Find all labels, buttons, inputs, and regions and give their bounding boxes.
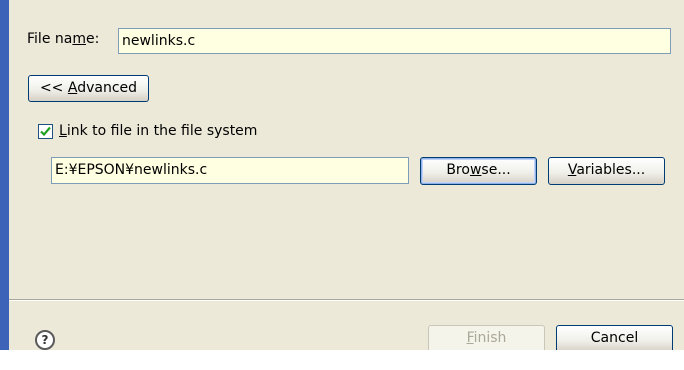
- link-path-value: E:¥EPSON¥newlinks.c: [55, 162, 208, 178]
- link-path-input[interactable]: E:¥EPSON¥newlinks.c: [51, 157, 409, 184]
- browse-button[interactable]: Browse...: [420, 157, 537, 185]
- file-name-input[interactable]: newlinks.c: [118, 28, 671, 54]
- help-icon[interactable]: ?: [35, 330, 55, 350]
- finish-button[interactable]: Finish: [428, 325, 545, 353]
- advanced-button[interactable]: << Advanced: [28, 75, 149, 102]
- bottom-strip: [0, 350, 684, 370]
- left-accent-bar: [0, 0, 9, 370]
- checkmark-icon: [40, 126, 51, 137]
- link-file-label[interactable]: Link to file in the file system: [59, 123, 257, 139]
- file-name-label: File name:: [27, 31, 100, 47]
- variables-button[interactable]: Variables...: [548, 157, 665, 185]
- new-file-dialog: File name: newlinks.c << Advanced Link t…: [0, 0, 684, 370]
- link-file-checkbox[interactable]: [38, 124, 53, 139]
- cancel-button[interactable]: Cancel: [556, 325, 673, 353]
- file-name-value: newlinks.c: [122, 33, 196, 49]
